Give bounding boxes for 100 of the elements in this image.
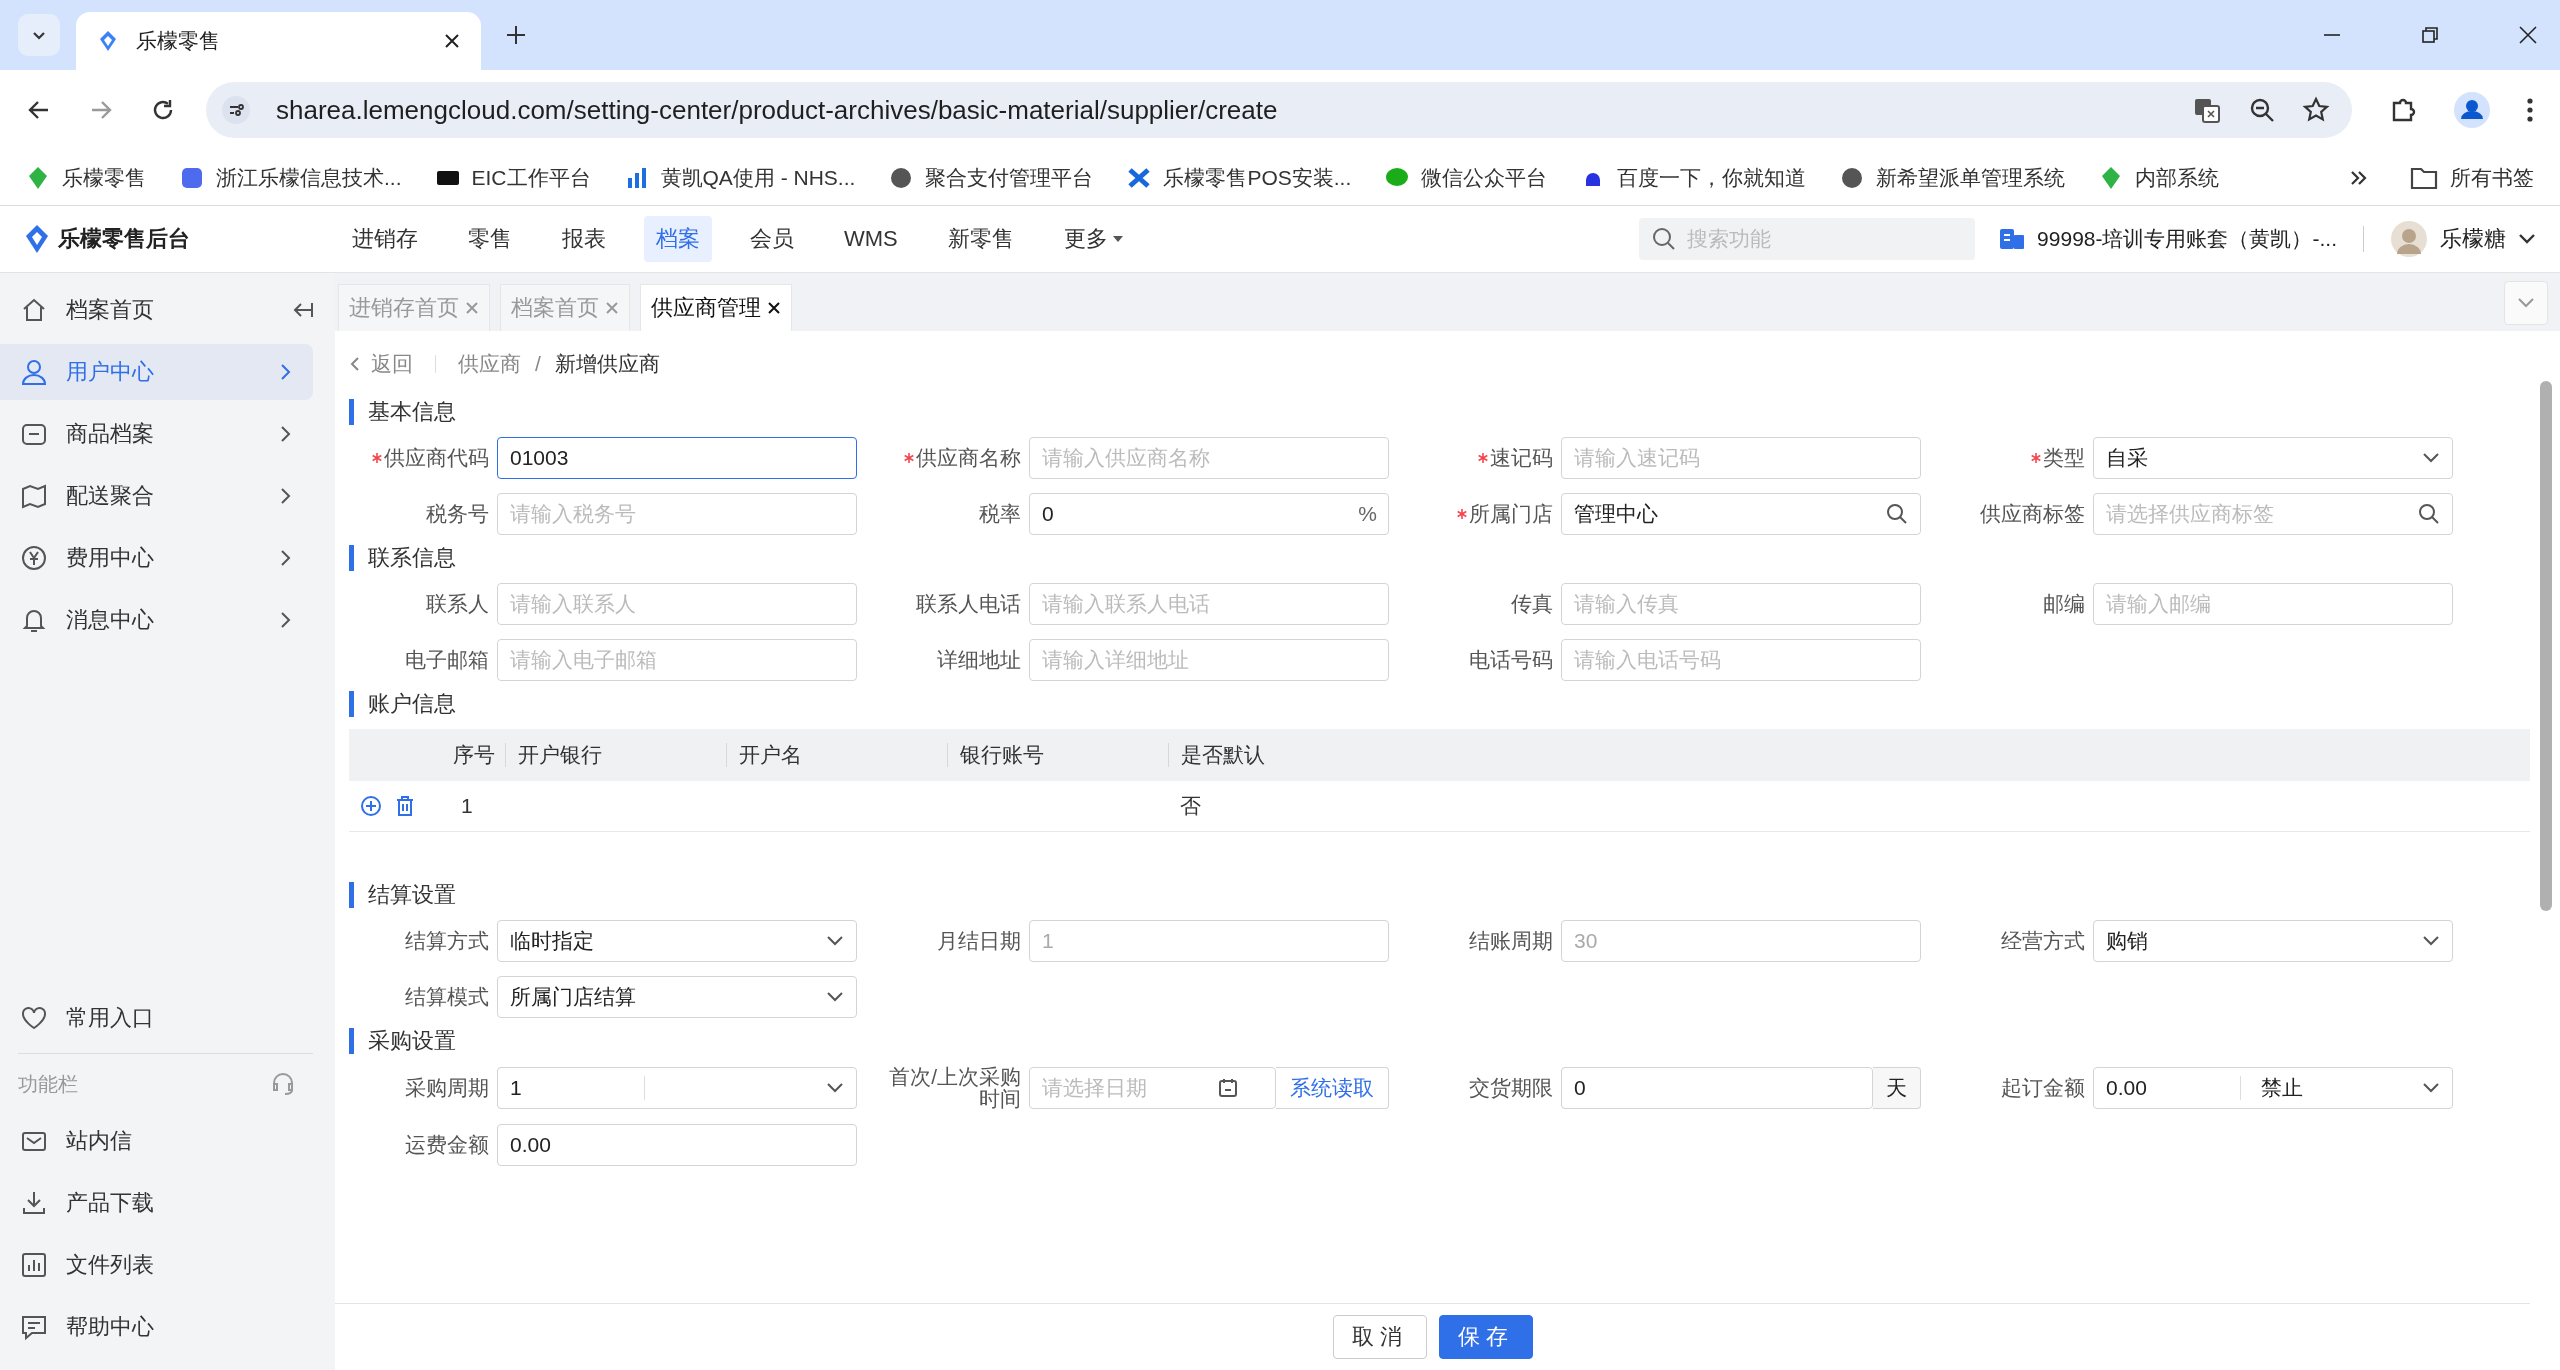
address-bar[interactable]: sharea.lemengcloud.com/setting-center/product-archives/basic-material/supplier/create: [206, 82, 2352, 138]
heart-icon: [20, 1004, 48, 1032]
sidebar-item[interactable]: 商品档案: [0, 406, 313, 462]
bookmark[interactable]: 百度一下，你就知道: [1581, 163, 1807, 192]
bookmark[interactable]: 黄凯QA使用 - NHS...: [624, 163, 856, 192]
section-heading: 联系信息: [349, 545, 2530, 571]
bookmark[interactable]: 乐檬零售: [26, 163, 146, 192]
all-bookmarks[interactable]: 所有书签: [2410, 163, 2534, 192]
select-field[interactable]: 所属门店结算: [497, 976, 857, 1018]
zoom-out-icon[interactable]: [2248, 96, 2276, 124]
sidebar-item[interactable]: 文件列表: [0, 1237, 313, 1293]
nav-tab[interactable]: 报表: [550, 216, 618, 262]
chevron-down-icon: [2422, 452, 2440, 464]
breadcrumb-item: 新增供应商: [554, 351, 660, 377]
date-field[interactable]: 请选择日期: [1029, 1067, 1276, 1110]
select-field[interactable]: 0.00 禁止: [2093, 1067, 2453, 1110]
profile-icon[interactable]: [2454, 92, 2490, 128]
search-field[interactable]: 请选择供应商标签: [2093, 493, 2453, 535]
text-field[interactable]: 请输入电子邮箱: [497, 639, 857, 681]
field-label: 结算模式: [405, 985, 489, 1008]
breadcrumb-item[interactable]: 供应商: [458, 350, 521, 378]
message-icon: [20, 1313, 48, 1341]
search-field[interactable]: 搜索功能: [1639, 218, 1976, 260]
browser-tab[interactable]: 乐檬零售: [76, 12, 481, 70]
close-icon[interactable]: [2518, 25, 2538, 45]
avatar-icon: [2390, 220, 2428, 258]
field-label: 电话号码: [1469, 648, 1553, 671]
text-field[interactable]: 0.00: [497, 1124, 857, 1167]
bookmark[interactable]: 浙江乐檬信息技术...: [180, 163, 402, 192]
field-label: 详细地址: [937, 648, 1021, 671]
chevron-down-icon: [2422, 1082, 2440, 1095]
search-field[interactable]: 管理中心: [1561, 493, 1921, 535]
restore-icon[interactable]: [2420, 25, 2440, 45]
breadcrumb-separator: /: [535, 352, 541, 376]
add-icon[interactable]: [359, 794, 383, 818]
sidebar-item[interactable]: 帮助中心: [0, 1299, 313, 1355]
chevron-down-icon: [826, 991, 844, 1003]
nav-tab[interactable]: 新零售: [935, 216, 1026, 262]
bookmark[interactable]: 内部系统: [2099, 163, 2220, 192]
nav-tab[interactable]: 档案: [644, 216, 712, 262]
field-label: 传真: [1511, 592, 1553, 615]
bookmark[interactable]: 聚合支付管理平台: [889, 163, 1094, 192]
field-label: 所属门店: [1469, 502, 1553, 525]
system-read-link[interactable]: 系统读取: [1276, 1067, 1389, 1110]
new-tab-icon[interactable]: [505, 24, 527, 46]
bookmark[interactable]: EIC工作平台: [435, 163, 591, 192]
site-settings-icon[interactable]: [222, 96, 250, 124]
nav-tab[interactable]: 会员: [738, 216, 806, 262]
select-field[interactable]: 临时指定: [497, 920, 857, 962]
section-heading: 采购设置: [349, 1028, 2530, 1054]
bookmark[interactable]: 乐檬零售POS安装...: [1127, 163, 1352, 192]
text-field[interactable]: 请输入电话号码: [1561, 639, 1921, 681]
text-field[interactable]: 请输入联系人: [497, 583, 857, 625]
star-icon[interactable]: [2302, 96, 2330, 124]
field-label: 首次/上次采购时间: [888, 1066, 1021, 1111]
nav-tab[interactable]: 进销存: [340, 216, 430, 262]
text-field[interactable]: 请输入传真: [1561, 583, 1921, 625]
field-label: 运费金额: [405, 1134, 489, 1157]
page-tab[interactable]: 供应商管理: [640, 284, 792, 331]
sidebar-item[interactable]: 站内信: [0, 1113, 313, 1169]
account-selector[interactable]: 99998-培训专用账套（黄凯）-...: [1999, 225, 2337, 253]
field-label: 采购周期: [405, 1077, 489, 1100]
text-field[interactable]: 请输入税务号: [497, 493, 857, 535]
field-label: 速记码: [1490, 446, 1553, 469]
menu-icon[interactable]: [2526, 97, 2534, 123]
field-label: 联系人电话: [916, 592, 1021, 615]
text-field[interactable]: 请输入详细地址: [1029, 639, 1389, 681]
field-label: 月结日期: [937, 929, 1021, 952]
select-field[interactable]: 购销: [2093, 920, 2453, 962]
back-link[interactable]: 返回: [349, 350, 413, 378]
sidebar-item[interactable]: 消息中心: [0, 592, 313, 648]
text-field[interactable]: 请输入速记码: [1561, 437, 1921, 479]
nav-tab[interactable]: 零售: [456, 216, 524, 262]
field-label: 电子邮箱: [405, 648, 489, 671]
text-field[interactable]: 请输入联系人电话: [1029, 583, 1389, 625]
cancel-button[interactable]: 取消: [1332, 1315, 1427, 1359]
bookmark[interactable]: 新希望派单管理系统: [1840, 163, 2066, 192]
book-icon: [1999, 227, 2026, 251]
close-icon[interactable]: [767, 301, 781, 315]
sidebar-item[interactable]: 产品下载: [0, 1175, 313, 1231]
bookmark[interactable]: 微信公众平台: [1385, 163, 1548, 192]
text-field[interactable]: 0: [1561, 1067, 1873, 1110]
save-button[interactable]: 保存: [1438, 1315, 1533, 1359]
select-field[interactable]: 1: [497, 1067, 857, 1110]
close-icon[interactable]: [443, 32, 461, 50]
select-field[interactable]: 自采: [2093, 437, 2453, 479]
user-menu[interactable]: 乐檬糖: [2390, 220, 2536, 258]
text-field[interactable]: 01003: [497, 437, 857, 479]
favorites-item[interactable]: 常用入口: [0, 990, 313, 1046]
sidebar-item[interactable]: 档案首页: [0, 282, 269, 338]
chevron-down-icon: [2517, 297, 2535, 309]
app-logo-title[interactable]: 乐檬零售后台: [58, 224, 190, 254]
nav-tab[interactable]: 更多: [1051, 216, 1136, 262]
field-label: 结账周期: [1469, 929, 1553, 952]
sidebar-item[interactable]: 配送聚合: [0, 468, 313, 524]
nav-tab[interactable]: WMS: [832, 216, 910, 262]
text-field[interactable]: 请输入供应商名称: [1029, 437, 1389, 479]
sidebar-item[interactable]: 费用中心: [0, 530, 313, 586]
text-field[interactable]: 请输入邮编: [2093, 583, 2453, 625]
sidebar-item[interactable]: 用户中心: [0, 344, 313, 400]
